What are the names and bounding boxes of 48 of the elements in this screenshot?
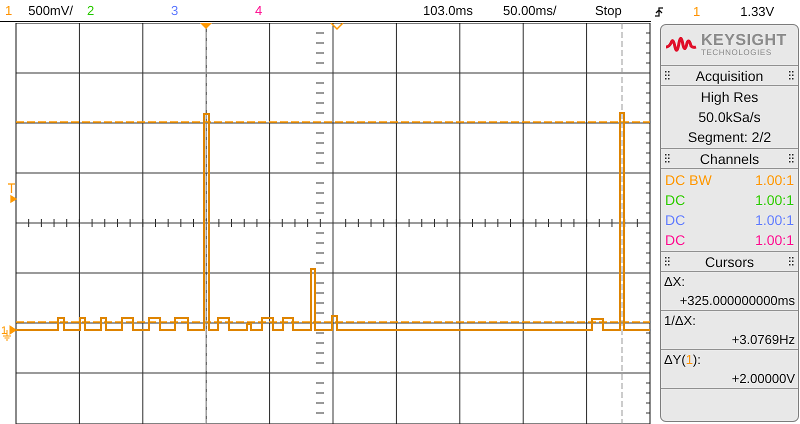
- grip-icon: [665, 71, 670, 80]
- section-title: Channels: [700, 150, 760, 166]
- time-delay: 103.0ms: [423, 3, 474, 18]
- acquisition-info: 50.0kSa/s: [698, 108, 761, 127]
- cursor-line[interactable]: [16, 321, 650, 323]
- timebase-scale: 50.00ms/: [503, 3, 558, 18]
- cursor-value: +325.000000000ms: [680, 292, 795, 310]
- logo-subtitle: TECHNOLOGIES: [701, 49, 773, 57]
- probe-ratio: 1.00:1: [755, 171, 794, 190]
- cursor-value: +2.00000V: [732, 370, 795, 388]
- ground-marker-label: 1: [1, 325, 8, 337]
- grip-icon: [788, 257, 794, 266]
- probe-ratio: 1.00:1: [755, 211, 794, 230]
- grip-icon: [665, 257, 670, 266]
- run-state: Stop: [595, 3, 622, 18]
- section-title: Acquisition: [696, 68, 764, 84]
- grip-icon: [789, 154, 794, 163]
- channel-number[interactable]: 1: [0, 3, 12, 18]
- cursor-value: +3.0769Hz: [732, 331, 795, 349]
- channel-coupling: DC: [665, 191, 686, 210]
- cursor-label: ΔY(1):: [664, 351, 702, 369]
- channel-number[interactable]: 3: [169, 3, 178, 18]
- ground-marker-icon[interactable]: [2, 325, 17, 340]
- section-header[interactable]: Cursors: [661, 251, 798, 272]
- logo-brand: KEYSIGHT: [701, 33, 787, 49]
- section-header[interactable]: Acquisition: [661, 65, 798, 86]
- probe-ratio: 1.00:1: [755, 231, 794, 250]
- cursor-label: ΔX:: [664, 273, 686, 291]
- channel-number[interactable]: 4: [253, 3, 262, 18]
- cursor-line[interactable]: [16, 121, 650, 123]
- channel-number[interactable]: 2: [85, 3, 94, 18]
- grip-icon: [788, 71, 794, 80]
- acquisition-info: Segment: 2/2: [688, 128, 772, 147]
- channel-coupling: DC: [665, 211, 686, 230]
- channel-coupling: DC: [665, 231, 686, 250]
- channel-scale: 500mV/: [28, 3, 74, 18]
- grip-icon: [665, 154, 670, 163]
- trigger-level: 1.33V: [740, 4, 774, 19]
- cursor-label: 1/ΔX:: [664, 312, 697, 330]
- section-title: Cursors: [704, 254, 754, 270]
- trigger-edge-icon: [654, 6, 664, 18]
- acquisition-info: High Res: [700, 88, 758, 107]
- section-header[interactable]: Channels: [661, 148, 798, 169]
- channel-coupling: DC BW: [665, 171, 712, 190]
- trigger-source: 1: [693, 4, 700, 19]
- probe-ratio: 1.00:1: [755, 191, 794, 210]
- trigger-level-icon[interactable]: [7, 183, 18, 204]
- time-reference-icon[interactable]: [330, 23, 344, 30]
